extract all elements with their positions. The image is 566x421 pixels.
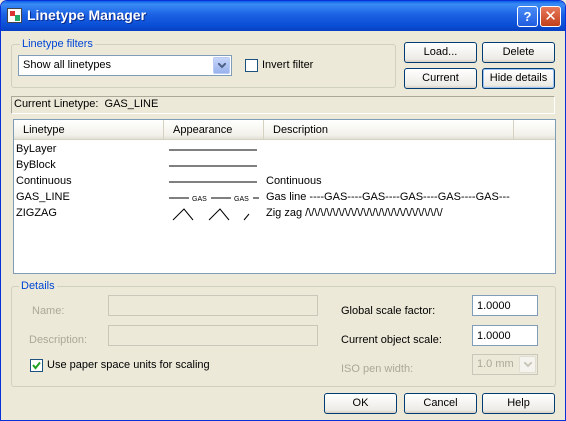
description-field[interactable] (108, 325, 318, 346)
list-item[interactable]: ZIGZAG Zig zag /\/\/\/\/\/\/\/\/\/\/\/\/… (14, 206, 555, 222)
help-title-button[interactable]: ? (517, 6, 538, 27)
name-label: Name: (32, 305, 65, 317)
list-header: Linetype Appearance Description (14, 120, 555, 140)
close-title-button[interactable]: ✕ (540, 6, 561, 27)
current-linetype-bar: Current Linetype: GAS_LINE (11, 96, 555, 114)
linetype-name: Continuous (16, 175, 72, 187)
chevron-down-icon[interactable] (519, 356, 536, 373)
list-item[interactable]: ByBlock (14, 158, 555, 174)
linetype-description: Gas line ----GAS----GAS----GAS----GAS---… (266, 191, 510, 203)
iso-pen-width-label: ISO pen width: (341, 363, 414, 375)
current-linetype-value: GAS_LINE (104, 98, 159, 110)
linetype-name: ZIGZAG (16, 207, 57, 219)
linetype-name: GAS_LINE (16, 191, 70, 203)
list-item[interactable]: ByLayer (14, 142, 555, 158)
window-title: Linetype Manager (27, 7, 147, 23)
title-bar: Linetype Manager ? ✕ (1, 1, 565, 31)
invert-filter-checkbox[interactable] (245, 59, 258, 72)
app-icon (7, 8, 22, 23)
cancel-button[interactable]: Cancel (404, 393, 477, 414)
ok-button[interactable]: OK (324, 393, 397, 414)
global-scale-label: Global scale factor: (341, 305, 436, 317)
linetype-list[interactable]: Linetype Appearance Description ByLayer … (13, 119, 556, 274)
current-button[interactable]: Current (404, 68, 477, 89)
column-header-description[interactable]: Description (264, 120, 514, 140)
linetype-description: Zig zag /\/\/\/\/\/\/\/\/\/\/\/\/\/\/\/\… (266, 207, 443, 219)
iso-pen-width-value: 1.0 mm (477, 358, 514, 370)
object-scale-field[interactable] (472, 325, 538, 346)
list-item[interactable]: Continuous Continuous (14, 174, 555, 190)
linetype-name: ByBlock (16, 159, 56, 171)
name-field[interactable] (108, 295, 318, 316)
name-input[interactable] (109, 296, 317, 315)
current-linetype-text: Current Linetype: GAS_LINE (14, 98, 158, 110)
description-label: Description: (29, 334, 88, 346)
object-scale-label: Current object scale: (341, 334, 442, 346)
checkmark-icon (32, 361, 41, 370)
linetype-filter-dropdown[interactable]: Show all linetypes (18, 55, 232, 76)
delete-button[interactable]: Delete (482, 42, 555, 63)
load-button[interactable]: Load... (404, 42, 477, 63)
linetype-filter-value: Show all linetypes (23, 59, 112, 71)
linetype-filters-legend: Linetype filters (20, 38, 95, 50)
linetype-manager-dialog: Linetype Manager ? ✕ Linetype filters Sh… (0, 0, 566, 421)
current-linetype-label: Current Linetype: (14, 98, 99, 110)
iso-pen-width-dropdown[interactable]: 1.0 mm (472, 354, 538, 375)
global-scale-field[interactable] (472, 295, 538, 316)
linetype-appearance-gas: GAS GAS (169, 196, 259, 203)
linetype-appearance-solid (169, 181, 257, 183)
details-legend: Details (19, 280, 57, 292)
linetype-name: ByLayer (16, 143, 57, 155)
hide-details-button[interactable]: Hide details (482, 68, 555, 89)
description-input[interactable] (109, 326, 317, 345)
gas-label: GAS (192, 196, 207, 203)
list-item[interactable]: GAS_LINE GAS GAS Gas line ----GAS----GAS… (14, 190, 555, 206)
linetype-appearance-solid (169, 165, 257, 167)
column-header-linetype[interactable]: Linetype (14, 120, 164, 140)
gas-label: GAS (234, 196, 249, 203)
column-header-appearance[interactable]: Appearance (164, 120, 264, 140)
linetype-description: Continuous (266, 175, 322, 187)
object-scale-input[interactable] (473, 326, 537, 345)
paper-space-label: Use paper space units for scaling (47, 359, 210, 371)
help-button[interactable]: Help (482, 393, 555, 414)
linetype-appearance-solid (169, 149, 257, 151)
global-scale-input[interactable] (473, 296, 537, 315)
linetype-appearance-zigzag (172, 208, 250, 221)
chevron-down-icon[interactable] (213, 57, 230, 74)
invert-filter-label: Invert filter (262, 59, 314, 71)
paper-space-checkbox[interactable] (30, 359, 43, 372)
